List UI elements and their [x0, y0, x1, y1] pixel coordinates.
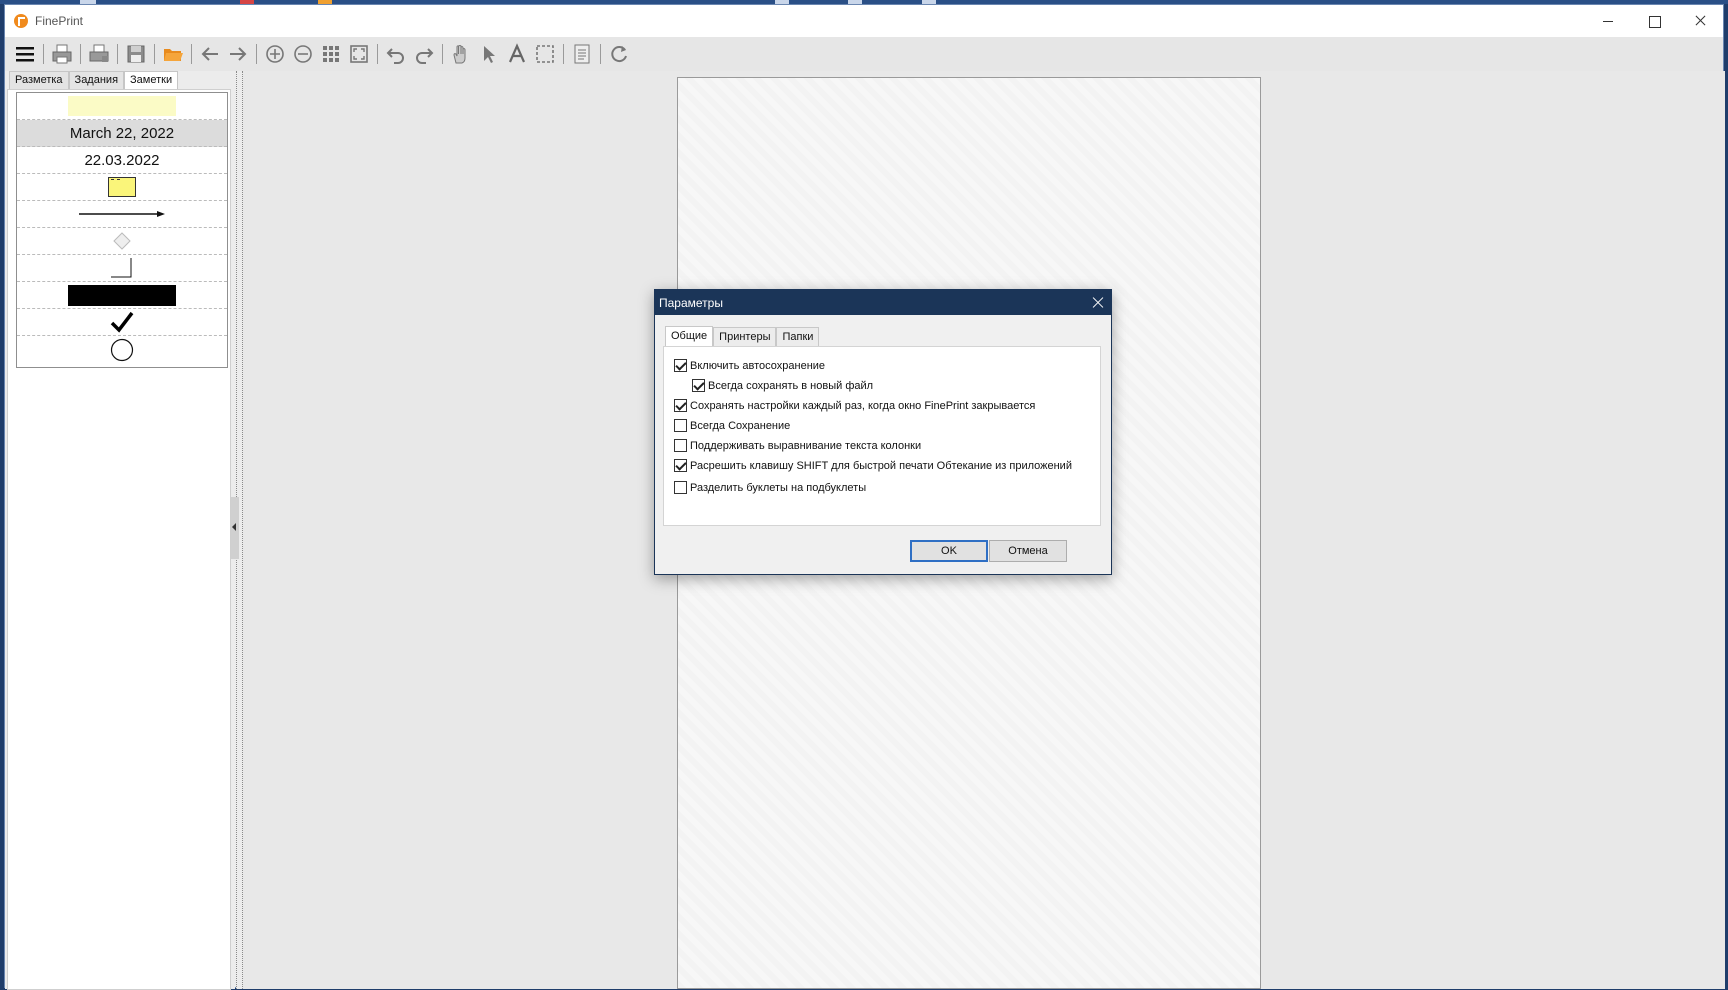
toolbar	[5, 37, 1723, 71]
option-save-new-file-label: Всегда сохранять в новый файл	[708, 379, 874, 392]
option-shift-quick-print-label: Расрешить клавишу SHIFT для быстрой печа…	[690, 459, 1072, 472]
stamp-highlight[interactable]	[17, 93, 227, 120]
tab-folders[interactable]: Папки	[776, 327, 820, 347]
stamp-sticky-note[interactable]	[17, 174, 227, 201]
column-alignment-checkbox[interactable]	[674, 439, 687, 452]
collapse-panel-handle[interactable]	[231, 497, 239, 559]
zoom-in-icon[interactable]	[261, 40, 289, 68]
stamp-checkmark[interactable]	[17, 309, 227, 336]
option-save-new-file[interactable]: Всегда сохранять в новый файл	[692, 379, 873, 392]
arrow-line-icon	[79, 211, 165, 217]
notes-icon[interactable]	[568, 40, 596, 68]
minimize-button[interactable]	[1585, 5, 1631, 37]
stamp-date-short-text: 22.03.2022	[84, 151, 160, 169]
open-folder-icon[interactable]	[159, 40, 187, 68]
print-settings-icon[interactable]	[85, 40, 113, 68]
sticky-note-icon	[108, 177, 136, 197]
zoom-out-icon[interactable]	[289, 40, 317, 68]
ok-button[interactable]: OK	[910, 540, 988, 562]
refresh-icon[interactable]	[605, 40, 633, 68]
redo-icon[interactable]	[410, 40, 438, 68]
redaction-bar-icon	[68, 284, 176, 306]
stamp-date-short[interactable]: 22.03.2022	[17, 147, 227, 174]
forward-arrow-icon[interactable]	[224, 40, 252, 68]
dialog-close-button[interactable]	[1091, 295, 1105, 309]
autosave-checkbox[interactable]	[674, 359, 687, 372]
undo-icon[interactable]	[382, 40, 410, 68]
hand-icon[interactable]	[447, 40, 475, 68]
text-icon[interactable]	[503, 40, 531, 68]
title-bar: FinePrint	[5, 5, 1723, 37]
dialog-title-bar: Параметры	[655, 290, 1111, 315]
diamond-icon	[113, 232, 131, 250]
split-booklets-checkbox[interactable]	[674, 481, 687, 494]
option-column-alignment-label: Поддерживать выравнивание текста колонки	[690, 439, 922, 452]
select-icon[interactable]	[531, 40, 559, 68]
maximize-button[interactable]	[1631, 5, 1677, 37]
corner-line-icon	[111, 258, 132, 278]
app-title: FinePrint	[35, 14, 84, 28]
tab-markup[interactable]: Разметка	[9, 71, 69, 89]
always-save-checkbox[interactable]	[674, 419, 687, 432]
stamp-date-long-text: March 22, 2022	[69, 124, 175, 142]
save-settings-checkbox[interactable]	[674, 399, 687, 412]
tab-notes[interactable]: Заметки	[124, 71, 179, 90]
left-panel: Разметка Задания Заметки March 22, 2022 …	[5, 71, 235, 990]
stamp-diamond[interactable]	[17, 228, 227, 255]
close-window-button[interactable]	[1677, 5, 1723, 37]
shift-quick-print-checkbox[interactable]	[674, 459, 687, 472]
pointer-icon[interactable]	[475, 40, 503, 68]
option-autosave-label: Включить автосохранение	[690, 359, 826, 372]
fit-page-icon[interactable]	[345, 40, 373, 68]
option-split-booklets-label: Разделить буклеты на подбуклеты	[690, 481, 867, 494]
print-icon[interactable]	[48, 40, 76, 68]
dialog-tabs: Общие Принтеры Папки	[665, 326, 820, 347]
cancel-button[interactable]: Отмена	[989, 540, 1067, 562]
save-icon[interactable]	[122, 40, 150, 68]
left-panel-tabs: Разметка Задания Заметки	[9, 71, 179, 90]
tab-printers[interactable]: Принтеры	[713, 327, 777, 347]
option-save-settings-label: Сохранять настройки каждый раз, когда ок…	[690, 399, 1036, 412]
highlight-swatch	[68, 96, 176, 116]
tab-general[interactable]: Общие	[665, 326, 714, 347]
checkmark-icon	[110, 311, 134, 333]
stamp-redaction[interactable]	[17, 282, 227, 309]
settings-dialog: Параметры Общие Принтеры Папки Включить …	[654, 289, 1112, 575]
menu-icon[interactable]	[11, 40, 39, 68]
option-autosave[interactable]: Включить автосохранение	[674, 359, 825, 372]
option-save-settings-on-close[interactable]: Сохранять настройки каждый раз, когда ок…	[674, 399, 1035, 412]
notes-panel: March 22, 2022 22.03.2022	[7, 89, 231, 990]
back-arrow-icon[interactable]	[196, 40, 224, 68]
stamp-arrow[interactable]	[17, 201, 227, 228]
option-always-save-label: Всегда Сохранение	[690, 419, 791, 432]
stamp-list: March 22, 2022 22.03.2022	[16, 92, 228, 368]
app-logo-icon	[14, 14, 28, 28]
option-column-alignment[interactable]: Поддерживать выравнивание текста колонки	[674, 439, 921, 452]
save-new-file-checkbox[interactable]	[692, 379, 705, 392]
option-shift-quick-print[interactable]: Расрешить клавишу SHIFT для быстрой печа…	[674, 459, 1072, 472]
tab-jobs[interactable]: Задания	[68, 71, 125, 89]
stamp-corner-line[interactable]	[17, 255, 227, 282]
grid-icon[interactable]	[317, 40, 345, 68]
stamp-date-long[interactable]: March 22, 2022	[17, 120, 227, 147]
stamp-circle[interactable]	[17, 336, 227, 363]
option-split-booklets[interactable]: Разделить буклеты на подбуклеты	[674, 481, 866, 494]
option-always-save[interactable]: Всегда Сохранение	[674, 419, 790, 432]
window-controls	[1585, 5, 1723, 37]
circle-icon	[110, 338, 134, 361]
dialog-title: Параметры	[659, 295, 723, 310]
general-options-panel: Включить автосохранение Всегда сохранять…	[663, 346, 1101, 526]
